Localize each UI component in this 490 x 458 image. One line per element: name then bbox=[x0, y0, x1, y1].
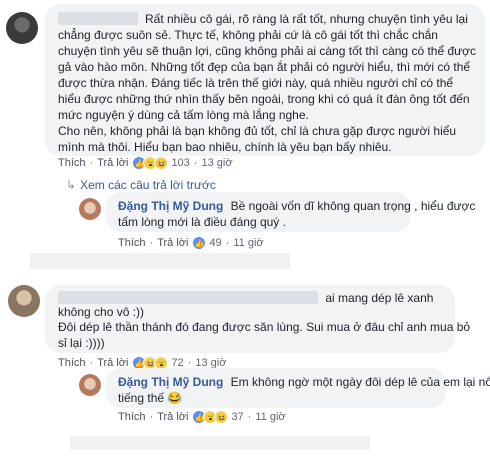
view-previous-replies-link[interactable]: ↳ Xem các câu trả lời trước bbox=[66, 178, 216, 192]
blurred-bottom-area bbox=[70, 436, 370, 450]
reaction-count: 37 bbox=[231, 411, 244, 423]
comment-text-line: Đôi dép lê thần thánh đó đang được săn l… bbox=[58, 320, 471, 334]
reply-author-name[interactable]: Đặng Thị Mỹ Dung bbox=[118, 199, 223, 213]
like-reaction-icon: 👍 bbox=[192, 236, 207, 250]
reaction-count: 103 bbox=[171, 157, 190, 169]
comment-text-line: sỉ lại :)))) bbox=[58, 336, 105, 350]
like-button[interactable]: Thích bbox=[58, 357, 86, 369]
blurred-reply-area bbox=[30, 253, 290, 269]
reaction-count: 49 bbox=[209, 237, 222, 249]
reply-text-line: tấm lòng mới là điều đáng quý . bbox=[118, 215, 286, 229]
timestamp[interactable]: 11 giờ bbox=[233, 237, 263, 249]
comment-text-line: mức nguyện ý dùng cả tấm lòng mà lắng ng… bbox=[58, 108, 309, 122]
comment-text-line: gả vào hào môn. Những tốt đẹp của bạn ắt… bbox=[58, 60, 471, 74]
like-button[interactable]: Thích bbox=[118, 411, 146, 423]
commenter-name-blurred[interactable] bbox=[58, 11, 138, 27]
reply-text-line: Đặng Thị Mỹ Dung Em không ngờ một ngày đ… bbox=[118, 375, 490, 389]
reply-actions: Thích · Trả lời 👍 😮 😆 37 · 11 giờ bbox=[118, 410, 286, 424]
reactions[interactable]: 👍 😮 😆 37 bbox=[192, 410, 244, 424]
avatar[interactable] bbox=[79, 198, 101, 220]
reply-arrow-icon: ↳ bbox=[66, 178, 77, 192]
comment-text-line: Cho nên, không phải là bạn không đủ tốt,… bbox=[58, 124, 457, 138]
reactions[interactable]: 👍 49 bbox=[192, 236, 222, 250]
avatar[interactable] bbox=[79, 374, 101, 396]
like-button[interactable]: Thích bbox=[58, 157, 86, 169]
comment-text-line: chẳng được suôn sẻ. Thực tế, không phải … bbox=[58, 28, 438, 42]
comment-text-line: được thừa nhận. Đáng tiếc là trên thế gi… bbox=[58, 76, 454, 90]
comment-text-line: hiểu được những thứ nhìn thấy bên ngoài,… bbox=[58, 92, 470, 106]
avatar[interactable] bbox=[6, 12, 38, 44]
comment-text-line: chuyện tình yêu sẽ thuận lợi, cũng không… bbox=[58, 44, 477, 58]
comment-text-line: Rất nhiều cô gái, rõ ràng là rất tốt, nh… bbox=[145, 12, 468, 26]
haha-reaction-icon: 😆 bbox=[154, 156, 169, 170]
like-button[interactable]: Thích bbox=[118, 237, 146, 249]
haha-reaction-icon: 😆 bbox=[214, 410, 229, 424]
reactions[interactable]: 👍 😮 😆 103 bbox=[132, 156, 190, 170]
timestamp[interactable]: 13 giờ bbox=[201, 157, 232, 169]
reply-text-line: Đặng Thị Mỹ Dung Bề ngoài vốn dĩ không q… bbox=[118, 199, 476, 213]
avatar[interactable] bbox=[8, 285, 40, 317]
commenter-name-blurred[interactable] bbox=[58, 291, 318, 304]
comment-actions: Thích · Trả lời 👍 😮 😆 103 · 13 giờ bbox=[58, 156, 233, 170]
reply-button[interactable]: Trả lời bbox=[157, 237, 188, 249]
timestamp[interactable]: 11 giờ bbox=[255, 411, 285, 423]
comment-text-line: không cho vô :)) bbox=[58, 305, 145, 319]
reply-text-line: tiếng thế 😂 bbox=[118, 391, 183, 405]
reply-author-name[interactable]: Đặng Thị Mỹ Dung bbox=[118, 375, 223, 389]
reply-actions: Thích · Trả lời 👍 49 · 11 giờ bbox=[118, 236, 264, 250]
comment-text-line: mình mà thôi. Hiểu bạn bao nhiêu, chính … bbox=[58, 140, 392, 154]
reply-button[interactable]: Trả lời bbox=[157, 411, 188, 423]
reply-button[interactable]: Trả lời bbox=[97, 157, 128, 169]
